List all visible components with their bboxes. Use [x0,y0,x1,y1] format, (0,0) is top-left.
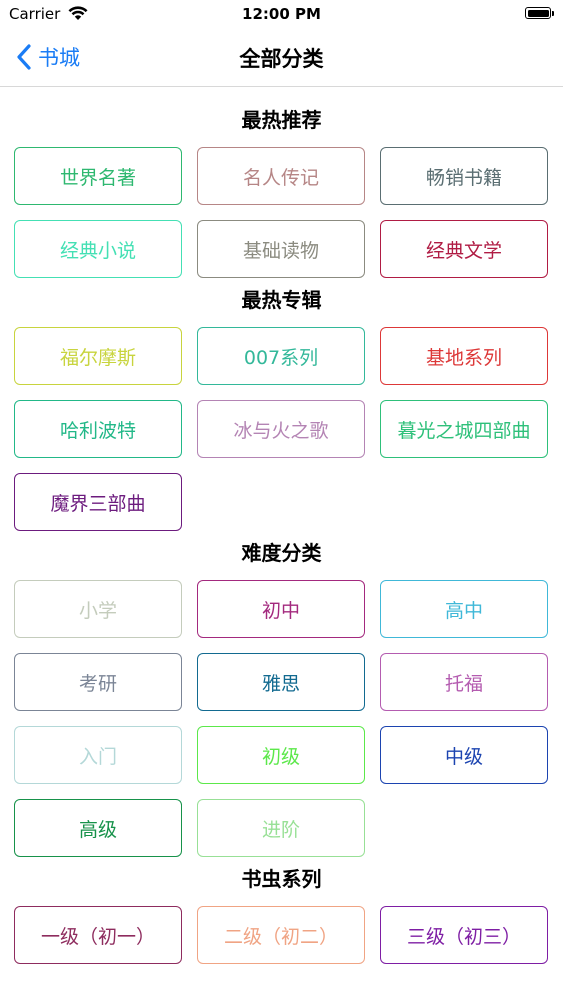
category-tag-button[interactable]: 初中 [197,580,365,638]
category-tag-button[interactable]: 世界名著 [14,147,182,205]
section-title: 难度分类 [241,541,322,565]
status-time: 12:00 PM [242,5,321,23]
category-tag-button[interactable]: 冰与火之歌 [197,400,365,458]
category-tag-button[interactable]: 中级 [380,726,548,784]
category-tag-button[interactable]: 三级（初三） [380,906,548,964]
category-tag-button[interactable]: 007系列 [197,327,365,385]
category-tag-button[interactable]: 基础读物 [197,220,365,278]
category-tag-button[interactable]: 考研 [14,653,182,711]
section-title: 书虫系列 [241,867,322,891]
section-title: 最热推荐 [241,108,322,132]
category-tag-button[interactable]: 初级 [197,726,365,784]
page-title: 全部分类 [239,47,324,71]
section-title: 最热专辑 [241,288,322,312]
navigation-bar: 书城 全部分类 [0,30,563,87]
category-tag-button[interactable]: 魔界三部曲 [14,473,182,531]
battery-icon [525,7,555,21]
category-tag-button[interactable]: 经典小说 [14,220,182,278]
category-tag-button[interactable]: 福尔摩斯 [14,327,182,385]
category-tag-button[interactable]: 小学 [14,580,182,638]
category-tag-button[interactable]: 进阶 [197,799,365,857]
status-bar: Carrier 12:00 PM [0,0,563,30]
category-tag-button[interactable]: 哈利波特 [14,400,182,458]
category-tag-button[interactable]: 高中 [380,580,548,638]
category-tag-button[interactable]: 基地系列 [380,327,548,385]
category-tag-button[interactable]: 一级（初一） [14,906,182,964]
category-tag-button[interactable]: 雅思 [197,653,365,711]
category-tag-button[interactable]: 名人传记 [197,147,365,205]
category-tag-button[interactable]: 高级 [14,799,182,857]
category-tag-button[interactable]: 托福 [380,653,548,711]
category-tag-button[interactable]: 畅销书籍 [380,147,548,205]
category-tag-button[interactable]: 经典文学 [380,220,548,278]
category-tag-button[interactable]: 二级（初二） [197,906,365,964]
category-tag-button[interactable]: 暮光之城四部曲 [380,400,548,458]
category-tag-button[interactable]: 入门 [14,726,182,784]
